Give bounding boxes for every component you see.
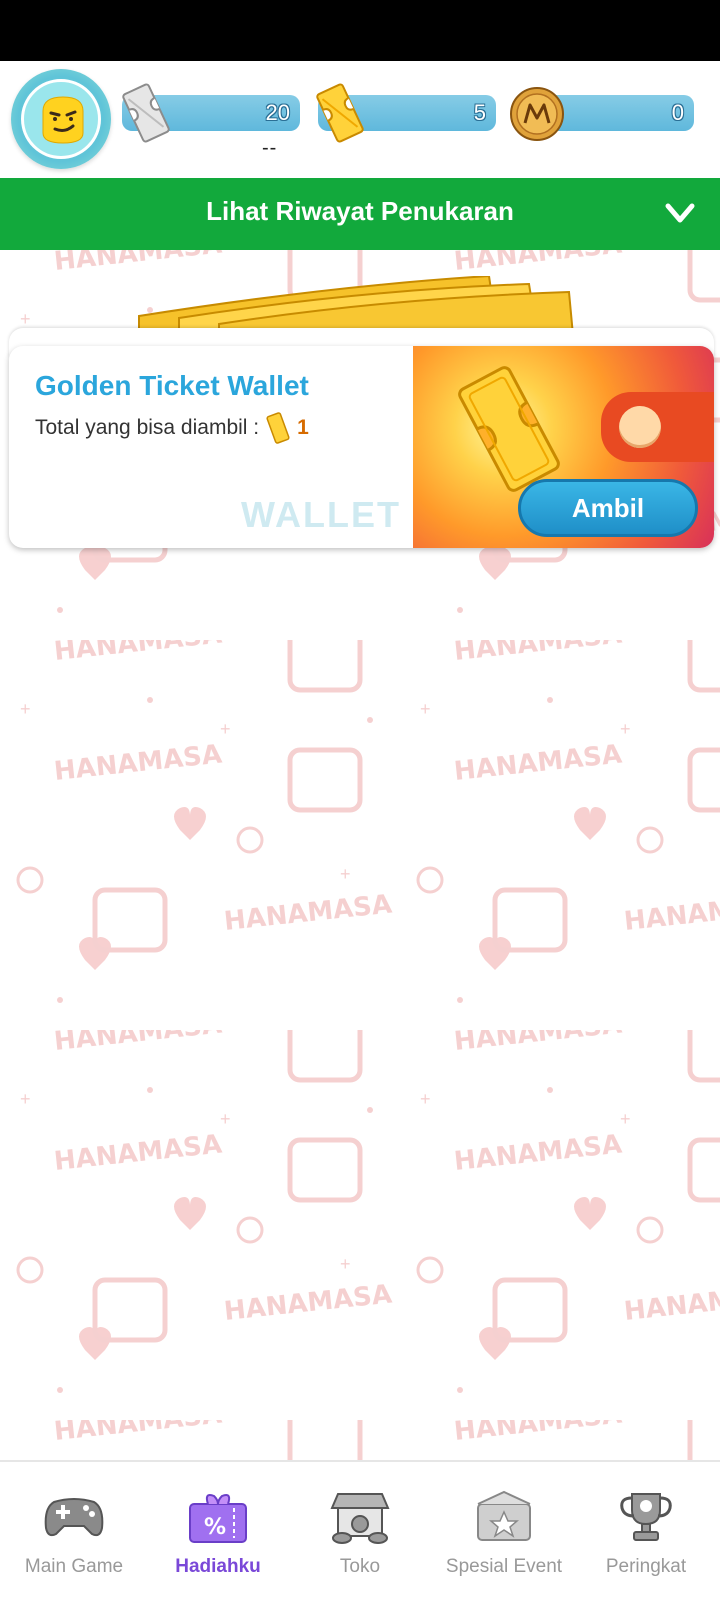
silver-ticket-counter: 20	[122, 83, 300, 143]
gamepad-icon	[44, 1498, 104, 1537]
nav-label-toko: Toko	[339, 1556, 381, 1577]
nav-toko[interactable]: Toko	[288, 1462, 432, 1600]
bottom-nav: Main Game % Hadiahku Toko Spesial Event	[0, 1460, 720, 1600]
nav-label-hadiahku: Hadiahku	[175, 1556, 261, 1577]
event-icon	[477, 1490, 531, 1541]
nav-label-peringkat: Peringkat	[605, 1556, 687, 1577]
status-bar	[0, 0, 720, 61]
golden-ticket-art-icon	[458, 366, 560, 492]
wallet-subtitle: Total yang bisa diambil : 1	[35, 412, 309, 444]
wallet-title: Golden Ticket Wallet	[35, 370, 309, 401]
history-toggle[interactable]: Lihat Riwayat Penukaran	[0, 178, 720, 250]
silver-ticket-subvalue: --	[262, 137, 278, 159]
coin-counter: 0	[510, 87, 694, 141]
chevron-down-icon	[665, 203, 695, 223]
wallet-toggle	[601, 392, 714, 462]
nav-label-main-game: Main Game	[24, 1556, 124, 1577]
m-coin-icon	[510, 87, 564, 141]
wallet-art: Ambil	[413, 346, 714, 548]
nav-spesial-event[interactable]: Spesial Event	[432, 1462, 576, 1600]
silver-ticket-value: 20	[265, 100, 290, 125]
shop-icon	[330, 1493, 390, 1544]
nav-peringkat[interactable]: Peringkat	[574, 1462, 718, 1600]
avatar[interactable]	[11, 69, 111, 169]
history-label: Lihat Riwayat Penukaran	[206, 196, 514, 226]
smirk-face-avatar-icon	[42, 96, 84, 144]
silver-ticket-icon	[122, 83, 170, 143]
coin-value: 0	[671, 100, 684, 125]
golden-ticket-wallet-card: Golden Ticket Wallet Total yang bisa dia…	[9, 276, 714, 548]
svg-text:%: %	[204, 1515, 226, 1540]
nav-hadiahku[interactable]: % Hadiahku	[146, 1462, 290, 1600]
nav-label-spesial-event: Spesial Event	[445, 1556, 563, 1577]
trophy-icon	[620, 1493, 672, 1541]
wallet-watermark: WALLET	[241, 494, 401, 535]
wallet-count: 1	[297, 416, 309, 439]
header: 20 -- 5 0	[0, 61, 720, 178]
ambil-button[interactable]: Ambil	[518, 479, 698, 537]
golden-ticket-icon	[316, 83, 364, 143]
nav-main-game[interactable]: Main Game	[2, 1462, 146, 1600]
wallet-subtitle-text: Total yang bisa diambil :	[35, 416, 260, 439]
golden-ticket-counter: 5	[316, 83, 496, 143]
gift-coupon-icon: %	[189, 1494, 247, 1543]
golden-ticket-value: 5	[473, 100, 486, 125]
golden-ticket-small-icon	[266, 412, 290, 444]
